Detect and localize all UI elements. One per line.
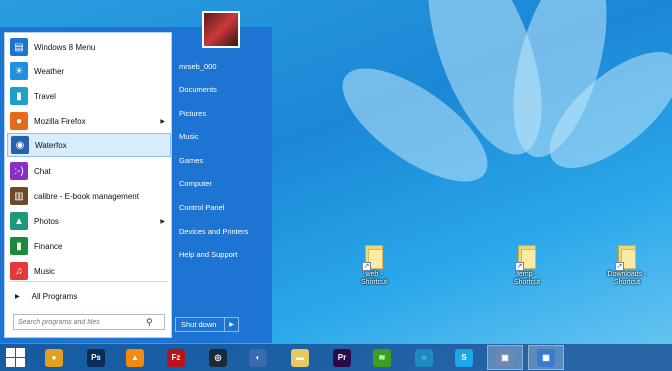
submenu-arrow-icon: ▶ [160,118,165,125]
windows8-menu-icon: ▤ [10,38,28,56]
control-panel-icon: ▦ [537,348,555,367]
chevron-right-icon[interactable]: ▶ [225,321,238,328]
all-programs-label: All Programs [31,291,78,301]
separator [9,281,167,282]
start-menu-item-label: Chat [34,166,51,176]
start-menu-item-label: Windows 8 Menu [34,42,96,52]
right-item-pictures[interactable]: Pictures [179,109,206,118]
music-icon: ♫ [10,262,28,280]
start-menu-program-list: ▤ Windows 8 Menu ☀ Weather ▮ Travel ● Mozilla F… [4,32,172,338]
taskbar-button-app[interactable]: ◐ [240,345,276,370]
taskbar-button-filezilla[interactable]: Fz [158,345,194,370]
search-input[interactable] [18,318,146,326]
start-menu-item[interactable]: ▮ Travel [7,84,171,108]
start-menu-item[interactable]: ◉ Waterfox [7,133,171,157]
start-menu-item[interactable]: ● Mozilla Firefox ▶ [7,109,171,133]
premiere-icon: Pr [333,348,351,367]
file-explorer-icon: ▬ [291,348,309,367]
folder-shortcut-icon: ↗ [362,243,385,271]
taskbar-button-browser[interactable]: ○ [406,345,442,370]
folder-shortcut-icon: ↗ [515,243,538,271]
travel-icon: ▮ [10,87,28,105]
taskbar-button-vlc[interactable]: ▲ [117,345,153,370]
start-menu: ▤ Windows 8 Menu ☀ Weather ▮ Travel ● Mozilla F… [0,11,272,343]
right-item-help-support[interactable]: Help and Support [179,250,237,259]
start-menu-item-label: Finance [34,241,63,251]
folder-shortcut-icon: ↗ [615,243,638,271]
photoshop-icon: Ps [87,348,105,367]
firefox-icon: ● [10,112,28,130]
start-menu-item-label: Travel [34,91,56,101]
triangle-right-icon: ▶ [15,293,20,300]
skype-icon: S [455,348,473,367]
waterfox-icon: ◉ [11,136,29,154]
finance-icon: ▮ [10,237,28,255]
remote-desktop-icon: ▣ [496,348,514,367]
start-menu-item[interactable]: ♫ Music [7,259,171,283]
filezilla-icon: Fz [167,348,185,367]
taskbar-button-steam[interactable]: ◎ [200,345,236,370]
start-menu-item-label: Waterfox [35,140,67,150]
all-programs-button[interactable]: ▶ All Programs [7,286,171,306]
start-menu-item[interactable]: ▮ Finance [7,234,171,258]
photos-icon: ▲ [10,212,28,230]
weather-icon: ☀ [10,62,28,80]
start-menu-item-label: Mozilla Firefox [34,116,86,126]
desktop-icon-label: temp - Shortcut [513,271,541,286]
taskbar-button-chrome[interactable]: ● [36,345,72,370]
start-menu-item[interactable]: ☀ Weather [7,59,171,83]
desktop-icon-web[interactable]: ↗ web - Shortcut [350,243,398,287]
steam-icon: ◎ [209,348,227,367]
search-box[interactable]: ⚲ [13,314,165,330]
start-menu-item-label: calibre - E-book management [34,191,139,201]
chat-icon: :-) [10,162,28,180]
taskbar-button-explorer[interactable]: ▬ [282,345,318,370]
taskbar-button-skype[interactable]: S [446,345,482,370]
start-menu-item[interactable]: ▤ Windows 8 Menu [7,35,171,59]
browser-icon: ○ [415,348,433,367]
taskbar-button-premiere[interactable]: Pr [324,345,360,370]
calibre-icon: ▥ [10,187,28,205]
start-menu-item[interactable]: :-) Chat [7,159,171,183]
vlc-icon: ▲ [126,348,144,367]
desktop-icon-label: Downloads - Shortcut [607,271,647,286]
right-item-documents[interactable]: Documents [179,85,217,94]
submenu-arrow-icon: ▶ [160,218,165,225]
right-item-computer[interactable]: Computer [179,179,212,188]
start-menu-item[interactable]: ▥ calibre - E-book management [7,184,171,208]
taskbar-button-remote[interactable]: ▣ [487,345,523,370]
desktop-icon-downloads[interactable]: ↗ Downloads - Shortcut [603,243,651,287]
right-item-games[interactable]: Games [179,156,203,165]
windows-start-icon[interactable] [4,346,26,369]
shutdown-button[interactable]: Shut down ▶ [175,317,239,332]
right-item-user[interactable]: mrseb_000 [179,62,217,71]
right-item-control-panel[interactable]: Control Panel [179,203,224,212]
start-menu-item-label: Music [34,266,55,276]
start-menu-item-label: Photos [34,216,59,226]
start-menu-item-label: Weather [34,66,65,76]
app-icon: ◐ [249,348,267,367]
start-menu-item[interactable]: ▲ Photos ▶ [7,209,171,233]
search-icon[interactable]: ⚲ [146,317,153,328]
desktop-icon-temp[interactable]: ↗ temp - Shortcut [503,243,551,287]
right-item-devices-printers[interactable]: Devices and Printers [179,227,248,236]
shutdown-label: Shut down [176,318,226,331]
taskbar: ● Ps ▲ Fz ◎ ◐ ▬ Pr ≋ ○ S ▣ ▦ [0,344,672,371]
spotify-icon: ≋ [373,348,391,367]
desktop-icon-label: web - Shortcut [360,271,388,286]
right-item-music[interactable]: Music [179,132,199,141]
taskbar-button-control[interactable]: ▦ [528,345,564,370]
taskbar-button-spotify[interactable]: ≋ [364,345,400,370]
user-avatar[interactable] [202,11,240,48]
chrome-icon: ● [45,348,63,367]
taskbar-button-photoshop[interactable]: Ps [78,345,114,370]
